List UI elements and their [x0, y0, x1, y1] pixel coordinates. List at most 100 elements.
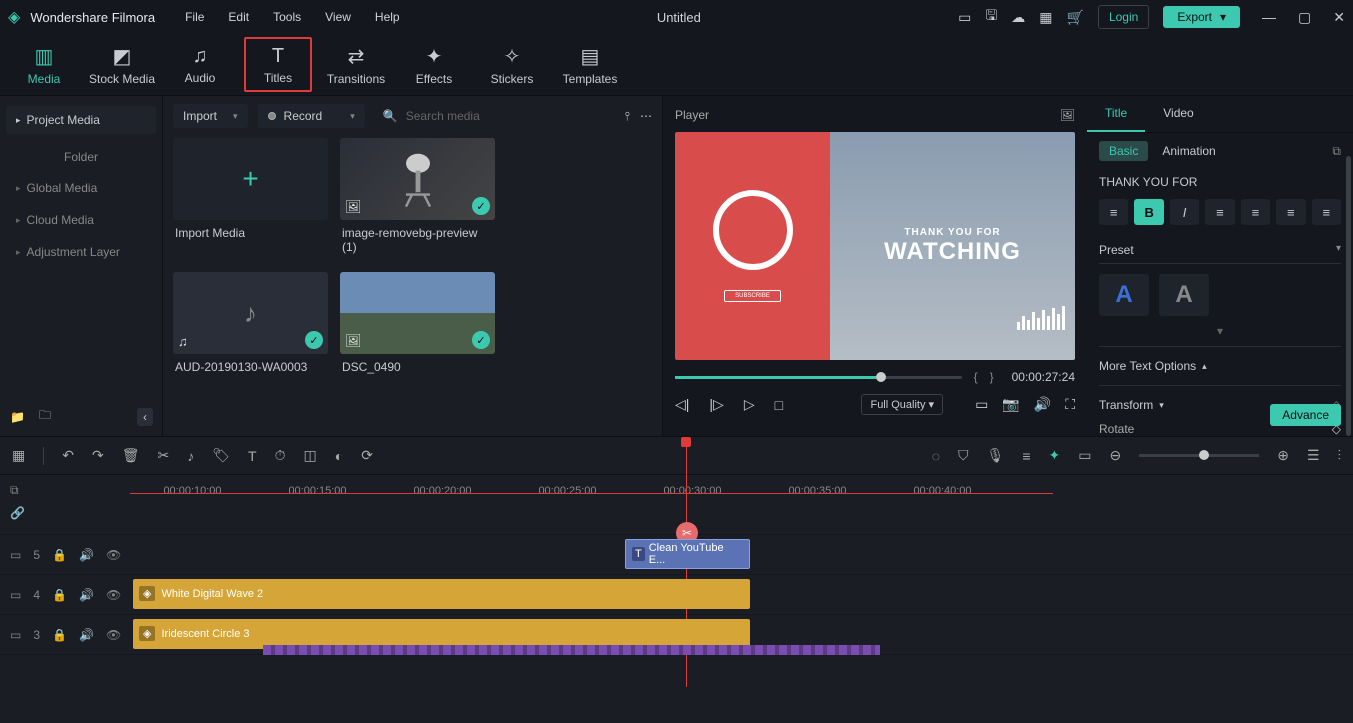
props-tab-video[interactable]: Video — [1145, 96, 1211, 132]
tab-titles[interactable]: TTitles — [244, 37, 312, 92]
fullscreen-icon[interactable]: ⛶ — [1065, 396, 1075, 413]
cloud-icon[interactable]: ☁ — [1011, 9, 1025, 26]
timer-icon[interactable]: ⏱ — [275, 447, 286, 464]
bold-icon[interactable]: B — [1134, 199, 1163, 225]
record-dropdown[interactable]: Record — [258, 104, 365, 128]
cart-icon[interactable]: 🛒 — [1067, 9, 1084, 26]
media-thumb[interactable]: 🖼✓ DSC_0490 — [340, 272, 495, 380]
zoom-in-icon[interactable]: ⊕ — [1277, 447, 1289, 464]
magnet-icon[interactable]: ✦ — [1049, 447, 1061, 464]
scrollbar[interactable] — [1346, 156, 1351, 436]
screen-icon[interactable]: ▭ — [958, 9, 971, 26]
menu-edit[interactable]: Edit — [228, 10, 249, 24]
visibility-icon[interactable]: 👁 — [106, 588, 121, 602]
tab-stock-media[interactable]: ◩Stock Media — [88, 37, 156, 92]
maximize-icon[interactable]: ▢ — [1298, 9, 1311, 26]
sub-basic[interactable]: Basic — [1099, 141, 1148, 161]
text-icon[interactable]: T — [248, 448, 257, 464]
clip-title[interactable]: TClean YouTube E... — [625, 539, 750, 569]
mute-icon[interactable]: 🔊 — [79, 588, 94, 602]
camera-icon[interactable]: 📷 — [1002, 396, 1019, 413]
menu-tools[interactable]: Tools — [273, 10, 301, 24]
align-left-icon[interactable]: ≡ — [1205, 199, 1234, 225]
track-icon[interactable]: ▭ — [10, 548, 21, 562]
play-icon[interactable]: ▷ — [744, 396, 755, 413]
preset-style-1[interactable]: A — [1099, 274, 1149, 316]
mic-icon[interactable]: 🎙 — [987, 447, 1005, 464]
link-icon[interactable]: 🔗 — [10, 506, 25, 520]
sub-animation[interactable]: Animation — [1162, 144, 1215, 158]
tab-audio[interactable]: ♫Audio — [166, 37, 234, 92]
preset-dropdown[interactable]: Preset — [1099, 237, 1341, 264]
player-scrubber[interactable] — [675, 376, 962, 379]
shield-icon[interactable]: ⛉ — [958, 447, 969, 464]
mixer-icon[interactable]: ≡ — [1022, 448, 1030, 464]
sidebar-item-global[interactable]: Global Media — [6, 172, 156, 204]
clip-effect[interactable]: ◈White Digital Wave 2 — [133, 579, 750, 609]
menu-file[interactable]: File — [185, 10, 204, 24]
zoom-out-icon[interactable]: ⊖ — [1109, 447, 1121, 464]
color-icon[interactable]: ◐ — [335, 448, 343, 464]
sidebar-item-cloud[interactable]: Cloud Media — [6, 204, 156, 236]
stop-icon[interactable]: □ — [775, 397, 783, 413]
grid-icon[interactable]: ▦ — [12, 447, 25, 464]
mark-out-icon[interactable]: } — [990, 370, 994, 384]
delete-icon[interactable]: 🗑 — [122, 447, 140, 464]
apps-icon[interactable]: ▦ — [1039, 9, 1052, 26]
menu-view[interactable]: View — [325, 10, 351, 24]
advance-button[interactable]: Advance — [1270, 404, 1341, 426]
import-dropdown[interactable]: Import — [173, 104, 248, 128]
settings-icon[interactable]: ⫶ — [1338, 447, 1342, 464]
filter-icon[interactable]: ⫯ — [625, 109, 630, 124]
quality-dropdown[interactable]: Full Quality ▾ — [861, 394, 943, 415]
mark-in-icon[interactable]: { — [974, 370, 978, 384]
expand-presets-icon[interactable]: ▾ — [1099, 324, 1341, 338]
mute-icon[interactable]: 🔊 — [79, 628, 94, 642]
timeline-ruler[interactable]: 00:00:10:00 00:00:15:00 00:00:20:00 00:0… — [0, 475, 1353, 507]
visibility-icon[interactable]: 👁 — [106, 628, 121, 642]
cut-icon[interactable]: ✂ — [157, 447, 169, 464]
login-button[interactable]: Login — [1098, 5, 1149, 29]
track-icon[interactable]: ▭ — [10, 588, 21, 602]
tab-templates[interactable]: ▤Templates — [556, 37, 624, 92]
volume-icon[interactable]: 🔊 — [1034, 396, 1051, 413]
next-frame-icon[interactable]: |▷ — [709, 396, 723, 413]
align-justify-icon[interactable]: ≡ — [1312, 199, 1341, 225]
redo-icon[interactable]: ↷ — [92, 447, 104, 464]
speed-icon[interactable]: ⟳ — [361, 447, 373, 464]
save-icon[interactable]: 🖫 — [985, 5, 997, 29]
marker-icon[interactable]: ◌ — [932, 448, 940, 464]
menu-help[interactable]: Help — [375, 10, 400, 24]
align-indent-icon[interactable]: ≡ — [1099, 199, 1128, 225]
music-icon[interactable]: ♪ — [187, 448, 194, 464]
prev-frame-icon[interactable]: ◁| — [675, 396, 689, 413]
tab-transitions[interactable]: ⇄Transitions — [322, 37, 390, 92]
props-tab-title[interactable]: Title — [1087, 96, 1145, 132]
player-canvas[interactable]: SUBSCRIBE THANK YOU FOR WATCHING — [675, 132, 1075, 360]
sidebar-item-adjustment[interactable]: Adjustment Layer — [6, 236, 156, 268]
folder-icon[interactable]: 📁 — [10, 410, 25, 424]
minimize-icon[interactable]: — — [1262, 9, 1276, 25]
media-thumb[interactable]: ♪♫✓ AUD-20190130-WA0003 — [173, 272, 328, 380]
list-icon[interactable]: ☰ — [1307, 447, 1320, 464]
crop-icon[interactable]: ◫ — [303, 447, 316, 464]
search-input[interactable]: 🔍 Search media — [375, 104, 615, 128]
more-icon[interactable]: ⋯ — [640, 109, 652, 123]
export-button[interactable]: Export▾ — [1163, 6, 1240, 28]
tab-media[interactable]: ▥Media — [10, 37, 78, 92]
sidebar-project-media[interactable]: Project Media — [6, 106, 156, 134]
close-icon[interactable]: ✕ — [1333, 9, 1345, 26]
media-thumb-import[interactable]: + Import Media — [173, 138, 328, 260]
undo-icon[interactable]: ↶ — [62, 447, 74, 464]
lock-icon[interactable]: 🔒 — [52, 548, 67, 562]
copy-icon[interactable]: ⧉ — [1332, 144, 1341, 159]
media-thumb[interactable]: 🖼✓ image-removebg-preview (1) — [340, 138, 495, 260]
lock-icon[interactable]: 🔒 — [52, 628, 67, 642]
mute-icon[interactable]: 🔊 — [79, 548, 94, 562]
tab-stickers[interactable]: ✧Stickers — [478, 37, 546, 92]
new-folder-icon[interactable]: 🗀 — [39, 406, 51, 427]
lock-icon[interactable]: 🔒 — [52, 588, 67, 602]
preset-style-2[interactable]: A — [1159, 274, 1209, 316]
tab-effects[interactable]: ✦Effects — [400, 37, 468, 92]
collapse-sidebar-icon[interactable]: ‹ — [137, 408, 153, 426]
